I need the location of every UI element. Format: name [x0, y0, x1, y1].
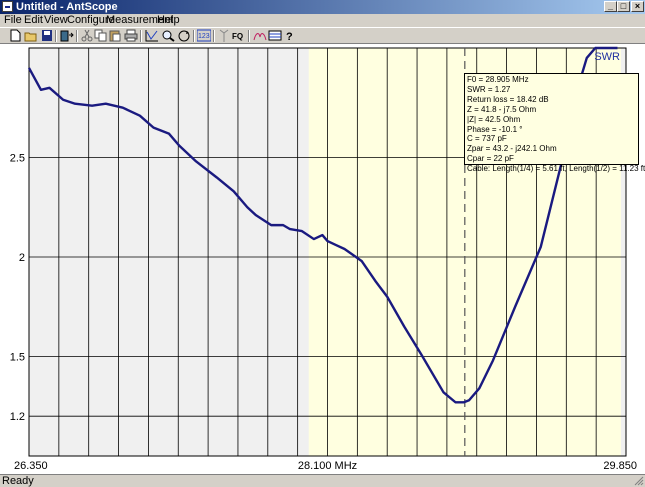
- print-icon[interactable]: [124, 29, 138, 42]
- minimize-button[interactable]: _: [604, 1, 617, 12]
- toolbar-separator: [193, 30, 195, 42]
- swr-graph-icon[interactable]: [145, 29, 159, 42]
- tooltip-line: Phase = -10.1 °: [467, 124, 523, 134]
- save-icon[interactable]: [40, 29, 54, 42]
- cut-icon[interactable]: [80, 29, 94, 42]
- maximize-button[interactable]: □: [617, 1, 630, 12]
- frequency-range-icon[interactable]: 123: [197, 29, 211, 42]
- status-bar: Ready: [0, 474, 645, 487]
- menu-bar: File Edit View Configure Measurement Hel…: [0, 14, 645, 27]
- tooltip-line: Return loss = 18.42 dB: [467, 94, 549, 104]
- tooltip-line: F0 = 28.905 MHz: [467, 75, 529, 84]
- toolbar-separator: [76, 30, 78, 42]
- toolbar-separator: [213, 30, 215, 42]
- x-tick-label: 28.100 MHz: [298, 460, 357, 472]
- svg-text:123: 123: [198, 33, 210, 40]
- y-tick-label: 1.2: [10, 411, 25, 423]
- x-tick-label: 26.350: [14, 460, 48, 472]
- table-icon[interactable]: [268, 29, 282, 42]
- tooltip-line: Cpar = 22 pF: [467, 154, 514, 164]
- toolbar-separator: [55, 30, 57, 42]
- title-bar: Untitled - AntScope _ □ ×: [0, 0, 645, 14]
- resize-grip-icon[interactable]: [634, 476, 644, 486]
- menu-view[interactable]: View: [44, 14, 68, 27]
- toolbar: 123 FQ ?: [0, 27, 645, 44]
- paste-icon[interactable]: [108, 29, 122, 42]
- measurement-tooltip: F0 = 28.905 MHz SWR = 1.27 Return loss =…: [464, 73, 645, 173]
- close-button[interactable]: ×: [631, 1, 644, 12]
- tooltip-line: Z = 41.8 - j7.5 Ohm: [467, 104, 537, 114]
- open-folder-icon[interactable]: [24, 29, 38, 42]
- menu-edit[interactable]: Edit: [24, 14, 43, 27]
- x-tick-label: 29.850: [603, 460, 637, 472]
- y-tick-label: 2.5: [10, 152, 25, 164]
- tooltip-line: C = 737 pF: [467, 134, 507, 144]
- antenna-icon[interactable]: [217, 29, 231, 42]
- y-tick-label: 2: [19, 252, 25, 264]
- series-label: SWR: [594, 51, 620, 63]
- refresh-icon[interactable]: [177, 29, 191, 42]
- menu-file[interactable]: File: [4, 14, 22, 27]
- zoom-icon[interactable]: [161, 29, 175, 42]
- toolbar-separator: [140, 30, 142, 42]
- window-title: Untitled - AntScope: [16, 1, 118, 13]
- app-icon: [2, 1, 13, 12]
- tooltip-line: SWR = 1.27: [467, 84, 511, 94]
- svg-text:?: ?: [286, 31, 293, 42]
- new-file-icon[interactable]: [8, 29, 22, 42]
- tooltip-line: Zpar = 43.2 - j242.1 Ohm: [467, 144, 557, 154]
- status-text: Ready: [2, 475, 34, 487]
- help-icon[interactable]: ?: [284, 29, 298, 42]
- y-tick-label: 1.5: [10, 351, 25, 363]
- copy-icon[interactable]: [94, 29, 108, 42]
- svg-text:FQ: FQ: [232, 32, 243, 41]
- smith-chart-icon[interactable]: [253, 29, 267, 42]
- tooltip-line: |Z| = 42.5 Ohm: [467, 114, 521, 124]
- tooltip-line: Cable: Length(1/4) = 5.61 ft, Length(1/2…: [467, 164, 645, 174]
- toolbar-separator: [248, 30, 250, 42]
- device-icon[interactable]: [60, 29, 74, 42]
- menu-help[interactable]: Help: [157, 14, 180, 27]
- fq-icon[interactable]: FQ: [232, 29, 246, 42]
